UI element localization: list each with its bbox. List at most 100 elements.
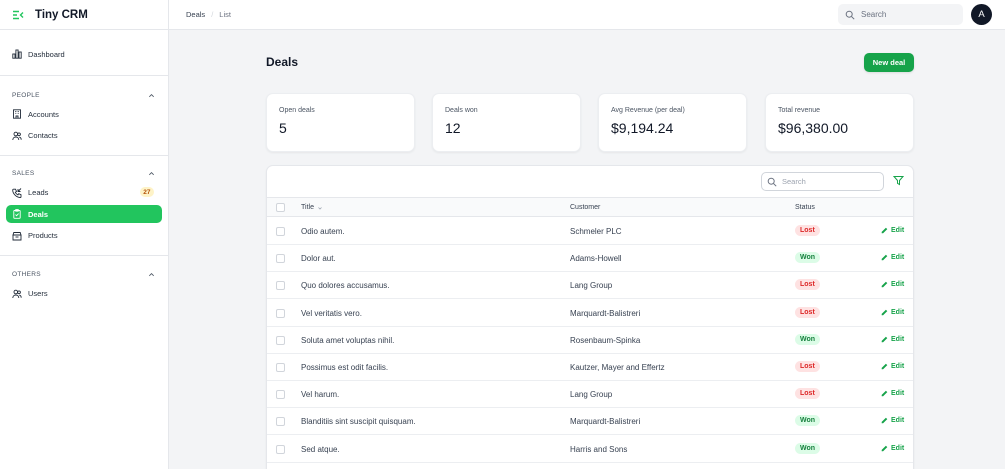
app-name[interactable]: Tiny CRM [35,9,88,21]
deal-title: Dolor aut. [301,254,336,264]
edit-button[interactable]: Edit [881,281,904,288]
stat-card-avg-revenue: Avg Revenue (per deal) $9,194.24 [598,93,747,152]
deal-title: Blanditiis sint suscipit quisquam. [301,417,416,427]
table-row[interactable]: Quo dolores accusamus. Lang Group Lost Edit [267,272,913,300]
leads-count-badge: 27 [139,187,154,197]
table-row[interactable]: Dolor aut. Adams-Howell Won Edit [267,245,913,273]
edit-button[interactable]: Edit [881,445,904,452]
table-row[interactable]: Blanditiis sint suscipit quisquam. Marqua… [267,408,913,436]
pencil-icon [881,390,888,397]
stat-card-total-revenue: Total revenue $96,380.00 [765,93,914,152]
deal-title: Soluta amet voluptas nihil. [301,335,395,345]
users-icon [12,131,22,140]
row-checkbox[interactable] [276,417,285,427]
sidebar-item-users[interactable]: Users [6,285,162,303]
chart-bar-icon [12,49,22,59]
sidebar-item-dashboard[interactable]: Dashboard [6,45,162,63]
sidebar-item-label: Contacts [28,131,58,140]
table-row[interactable]: Possimus est odit facilis. Kautzer, Mayer… [267,354,913,381]
column-header-title[interactable]: Title [301,204,323,211]
sidebar-item-deals[interactable]: Deals [6,205,162,223]
edit-button[interactable]: Edit [881,254,904,261]
chevron-up-icon [149,93,154,97]
group-label: PEOPLE [12,91,40,99]
sort-icon [318,206,322,210]
row-checkbox[interactable] [276,254,285,264]
deals-table: Title Customer Status Odio autem. Schmele… [266,165,914,469]
table-search[interactable] [761,172,884,191]
breadcrumb-list: List [219,10,231,19]
row-checkbox[interactable] [276,308,285,318]
status-badge: Lost [795,361,820,372]
group-header-sales[interactable]: SALES [0,168,168,180]
table-row[interactable]: Vel veritatis vero. Marquardt-Balistreri L… [267,300,913,327]
user-avatar[interactable]: A [971,4,992,25]
sidebar-item-products[interactable]: Products [6,227,162,245]
row-checkbox[interactable] [276,363,285,372]
edit-button[interactable]: Edit [881,227,904,234]
edit-button[interactable]: Edit [881,390,904,397]
group-header-others[interactable]: OTHERS [0,269,168,281]
table-row[interactable]: Soluta amet voluptas nihil. Rosenbaum-Spi… [267,327,913,354]
collapse-sidebar-icon[interactable] [12,9,24,21]
deal-title: Vel harum. [301,390,340,400]
global-search[interactable] [838,4,963,25]
stat-value: $96,380.00 [778,120,849,136]
stat-card-deals-won: Deals won 12 [432,93,581,152]
status-badge: Lost [795,279,820,291]
group-label: SALES [12,170,35,177]
edit-button[interactable]: Edit [881,417,904,424]
deal-title: Quo dolores accusamus. [301,281,390,291]
pencil-icon [881,336,888,343]
status-badge: Lost [795,306,820,318]
archive-box-icon [12,231,22,240]
edit-label: Edit [891,335,905,343]
stat-label: Open deals [279,107,315,114]
select-all-checkbox[interactable] [276,203,285,212]
clipboard-check-icon [13,209,21,219]
row-checkbox[interactable] [276,335,285,345]
edit-label: Edit [891,363,905,370]
sidebar-item-leads[interactable]: Leads 27 [6,184,162,202]
row-checkbox[interactable] [276,390,285,400]
table-search-input[interactable] [782,177,877,186]
breadcrumb-separator: / [211,10,214,19]
pencil-icon [881,445,888,451]
status-badge: Won [795,333,821,345]
row-checkbox[interactable] [276,281,285,291]
search-icon [845,10,855,20]
sidebar-item-accounts[interactable]: Accounts [6,105,162,123]
column-header-status: Status [795,204,815,211]
table-row[interactable]: Sed atque. Harris and Sons Won Edit [267,436,913,463]
edit-label: Edit [891,390,905,398]
edit-label: Edit [891,308,905,316]
row-checkbox[interactable] [276,227,285,236]
filter-icon[interactable] [893,175,904,186]
stat-value: 5 [279,120,287,136]
edit-button[interactable]: Edit [881,336,904,343]
sidebar-item-label: Users [28,289,48,298]
global-search-input[interactable] [861,10,956,19]
pencil-icon [881,282,888,288]
table-row[interactable]: Odio autem. Schmeler PLC Lost Edit [267,218,913,245]
pencil-icon [881,309,888,315]
stat-value: $9,194.24 [611,120,674,136]
deal-customer: Marquardt-Balistreri [570,417,641,427]
sidebar-item-label: Dashboard [28,49,65,59]
pencil-icon [881,227,888,234]
page-title: Deals [266,55,299,69]
sidebar-item-contacts[interactable]: Contacts [6,127,162,145]
edit-button[interactable]: Edit [881,363,904,370]
sidebar-item-label: Accounts [28,109,59,119]
stat-label: Avg Revenue (per deal) [611,107,685,114]
edit-button[interactable]: Edit [881,309,904,316]
row-checkbox[interactable] [276,444,285,454]
group-header-people[interactable]: PEOPLE [0,89,168,101]
edit-label: Edit [891,254,905,262]
new-deal-button[interactable]: New deal [864,53,914,72]
table-row[interactable]: Vel harum. Lang Group Lost Edit [267,381,913,409]
edit-label: Edit [891,281,905,289]
pencil-icon [881,418,888,424]
phone-icon [12,187,22,198]
breadcrumb-deals[interactable]: Deals [186,10,205,19]
